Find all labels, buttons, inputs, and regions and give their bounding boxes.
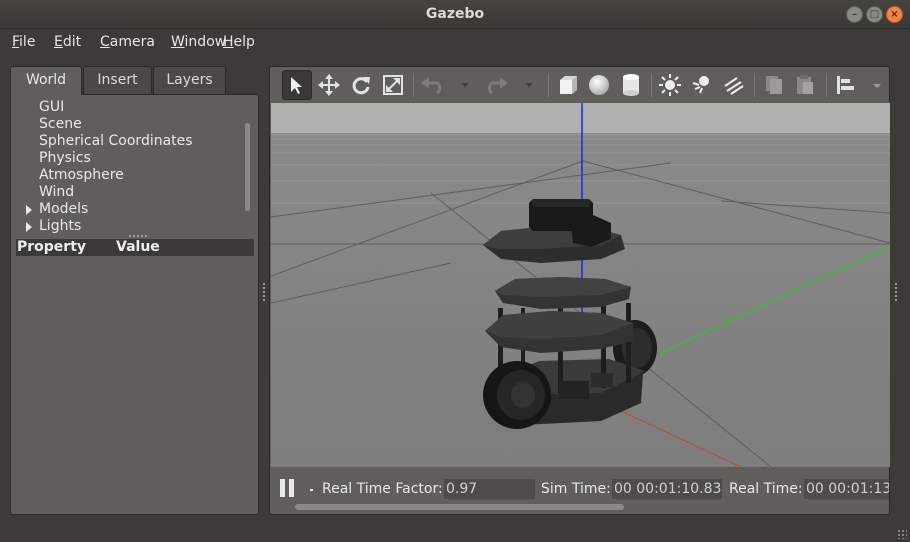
tree-item-label: GUI	[39, 99, 65, 115]
menu-file[interactable]: File	[12, 34, 35, 50]
undo-icon[interactable]	[418, 70, 448, 100]
rotate-icon[interactable]	[346, 70, 376, 100]
window-controls: – □ ×	[846, 6, 903, 23]
toolbar	[270, 67, 889, 103]
menu-edit[interactable]: Edit	[54, 34, 81, 50]
step-button[interactable]	[310, 489, 313, 491]
pause-bar	[280, 479, 285, 497]
status-bar: Real Time Factor: 0.97 Sim Time: 00 00:0…	[270, 467, 889, 514]
toolbar-separator	[754, 73, 755, 97]
world-tree: GUI Scene Spherical Coordinates Physics …	[11, 99, 251, 235]
title-bar: Gazebo – □ ×	[0, 0, 910, 29]
translate-icon[interactable]	[314, 70, 344, 100]
scene-render	[271, 103, 890, 467]
pause-bar	[289, 479, 294, 497]
tree-item-label: Scene	[39, 116, 82, 132]
redo-dropdown-icon[interactable]	[525, 83, 533, 87]
world-tab-body: GUI Scene Spherical Coordinates Physics …	[10, 94, 259, 515]
tab-layers[interactable]: Layers	[153, 66, 226, 94]
expand-arrow-icon[interactable]	[26, 222, 32, 232]
status-scrollbar[interactable]	[295, 504, 624, 510]
left-splitter-grip[interactable]	[263, 283, 266, 301]
menu-bar: File Edit Camera Window Help	[0, 29, 910, 57]
align-icon[interactable]	[831, 70, 861, 100]
tree-item-models[interactable]: Models	[11, 201, 251, 218]
copy-icon[interactable]	[759, 70, 789, 100]
tab-insert[interactable]: Insert	[83, 66, 152, 94]
tree-item-label: Spherical Coordinates	[39, 133, 193, 149]
point-light-icon[interactable]	[655, 70, 685, 100]
toolbar-separator	[826, 73, 827, 97]
left-panel: World Insert Layers GUI Scene Spherical …	[10, 66, 259, 515]
splitter-handle[interactable]	[129, 235, 147, 237]
close-button[interactable]: ×	[886, 6, 903, 23]
toolbar-separator	[651, 73, 652, 97]
cylinder-icon[interactable]	[616, 70, 646, 100]
tree-item-spherical-coordinates[interactable]: Spherical Coordinates	[11, 133, 251, 150]
tree-item-physics[interactable]: Physics	[11, 150, 251, 167]
select-arrow-icon[interactable]	[282, 70, 312, 100]
expand-arrow-icon[interactable]	[26, 205, 32, 215]
render-panel: Real Time Factor: 0.97 Sim Time: 00 00:0…	[269, 66, 890, 515]
tree-item-label: Models	[39, 201, 89, 217]
paste-icon[interactable]	[790, 70, 820, 100]
redo-icon[interactable]	[481, 70, 511, 100]
tab-world[interactable]: World	[10, 66, 82, 95]
resize-grip-icon[interactable]	[897, 529, 907, 539]
directional-light-icon[interactable]	[719, 70, 749, 100]
tree-item-gui[interactable]: GUI	[11, 99, 251, 116]
real-time-factor-label: Real Time Factor:	[322, 481, 443, 497]
menu-view[interactable]: Window	[171, 34, 226, 50]
tree-item-atmosphere[interactable]: Atmosphere	[11, 167, 251, 184]
3d-viewport[interactable]	[271, 103, 890, 467]
menu-camera[interactable]: Camera	[100, 34, 155, 50]
sim-time-label: Sim Time:	[541, 481, 611, 497]
undo-dropdown-icon[interactable]	[461, 83, 469, 87]
tree-item-label: Lights	[39, 218, 82, 234]
menu-window[interactable]: Help	[223, 34, 255, 50]
sphere-icon[interactable]	[584, 70, 614, 100]
real-time-label: Real Time:	[729, 481, 803, 497]
tree-item-lights[interactable]: Lights	[11, 218, 251, 235]
tree-item-scene[interactable]: Scene	[11, 116, 251, 133]
box-icon[interactable]	[553, 70, 583, 100]
toolbar-overflow-icon[interactable]	[873, 84, 881, 88]
tree-item-label: Physics	[39, 150, 91, 166]
toolbar-separator	[413, 73, 414, 97]
scale-icon[interactable]	[378, 70, 408, 100]
property-column-header: Property	[17, 239, 87, 255]
real-time-value: 00 00:01:13.	[804, 479, 889, 499]
tree-item-label: Wind	[39, 184, 75, 200]
right-splitter-grip[interactable]	[895, 283, 898, 301]
maximize-button[interactable]: □	[866, 6, 883, 23]
property-header: Property Value	[16, 239, 254, 256]
minimize-button[interactable]: –	[846, 6, 863, 23]
value-column-header: Value	[116, 239, 160, 255]
sim-time-value: 00 00:01:10.834	[612, 479, 722, 499]
pause-button[interactable]	[280, 479, 296, 497]
toolbar-separator	[548, 73, 549, 97]
real-time-factor-value: 0.97	[444, 479, 535, 499]
tree-item-wind[interactable]: Wind	[11, 184, 251, 201]
tree-scrollbar[interactable]	[245, 123, 250, 211]
window-title: Gazebo	[425, 6, 485, 22]
spot-light-icon[interactable]	[687, 70, 717, 100]
tree-item-label: Atmosphere	[39, 167, 124, 183]
